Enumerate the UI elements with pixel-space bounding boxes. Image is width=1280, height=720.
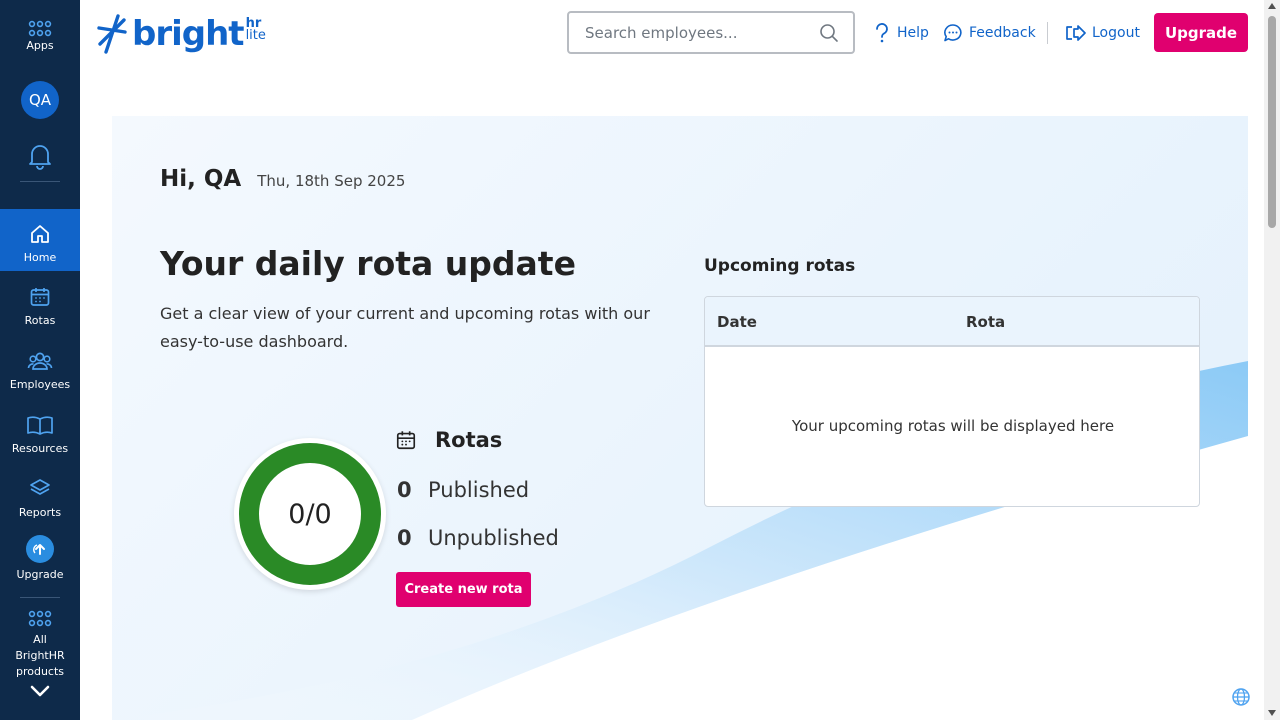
scrollbar-thumb[interactable]	[1268, 16, 1276, 228]
sidebar-item-resources[interactable]: Resources	[0, 413, 80, 457]
people-icon	[27, 352, 53, 370]
bright-star-icon	[97, 14, 127, 54]
sidebar-item-label: Resources	[11, 442, 69, 455]
search-input[interactable]	[585, 23, 819, 42]
book-icon	[27, 416, 53, 435]
rota-progress-text: 0/0	[239, 443, 381, 585]
sidebar-item-label: Home	[23, 251, 57, 264]
rotas-heading: Rotas	[435, 428, 503, 452]
all-products-label: All BrightHR products	[15, 633, 65, 678]
greeting-row: Hi, QA Thu, 18th Sep 2025	[160, 166, 405, 192]
unpublished-stat: 0 Unpublished	[397, 526, 559, 550]
upcoming-rotas-title: Upcoming rotas	[704, 256, 856, 276]
sidebar-item-home[interactable]: Home	[0, 209, 80, 271]
column-header-rota: Rota	[966, 313, 1006, 331]
logo-lite: lite	[245, 28, 266, 43]
apps-label: Apps	[26, 39, 54, 52]
current-date: Thu, 18th Sep 2025	[257, 172, 406, 190]
user-avatar-button[interactable]: QA	[0, 81, 80, 119]
published-count: 0	[397, 478, 412, 502]
empty-state-message: Your upcoming rotas will be displayed he…	[791, 417, 1115, 435]
apps-grid-icon	[28, 20, 52, 37]
search-box	[567, 11, 855, 54]
sidebar-item-reports[interactable]: Reports	[0, 477, 80, 521]
scroll-up-arrow-icon[interactable]	[1268, 3, 1276, 9]
page-description: Get a clear view of your current and upc…	[160, 304, 650, 351]
table-header: Date Rota	[705, 297, 1199, 347]
sidebar-divider	[20, 597, 60, 598]
sidebar-scroll-down-button[interactable]	[0, 684, 80, 698]
avatar: QA	[21, 81, 59, 119]
logo-word: bright	[132, 14, 245, 54]
chat-bubble-icon	[944, 24, 962, 42]
help-link[interactable]: Help	[873, 20, 929, 46]
page-title: Your daily rota update	[160, 244, 576, 283]
sidebar-divider	[20, 181, 60, 182]
greeting-text: Hi, QA	[160, 166, 242, 192]
home-icon	[31, 225, 49, 243]
rota-progress-ring: 0/0	[234, 438, 386, 590]
help-label: Help	[897, 25, 929, 41]
sidebar-item-rotas[interactable]: Rotas	[0, 285, 80, 329]
chevron-down-icon	[30, 685, 50, 697]
sidebar-item-employees[interactable]: Employees	[0, 349, 80, 393]
calendar-icon	[396, 431, 416, 450]
logout-link[interactable]: Logout	[1064, 20, 1140, 46]
unpublished-count: 0	[397, 526, 412, 550]
rotas-summary-heading: Rotas	[395, 428, 502, 452]
layers-icon	[30, 479, 50, 495]
bell-icon	[29, 145, 51, 170]
globe-icon[interactable]	[1231, 687, 1251, 707]
all-products-button[interactable]: All BrightHR products	[0, 610, 80, 680]
published-label: Published	[428, 478, 530, 502]
feedback-link[interactable]: Feedback	[943, 20, 1036, 46]
header-divider	[1047, 22, 1048, 44]
notifications-button[interactable]	[0, 142, 80, 170]
scroll-down-arrow-icon[interactable]	[1268, 710, 1276, 716]
upgrade-button[interactable]: Upgrade	[1154, 13, 1248, 52]
rota-dashboard-panel: Hi, QA Thu, 18th Sep 2025 Your daily rot…	[112, 116, 1248, 720]
feedback-label: Feedback	[969, 25, 1036, 41]
sidebar-item-label: Upgrade	[16, 568, 64, 581]
help-icon	[876, 23, 888, 43]
apps-button[interactable]: Apps	[0, 20, 80, 54]
column-header-date: Date	[717, 313, 757, 331]
sidebar: Apps QA Home Rotas Employees Resources R…	[0, 0, 80, 720]
create-new-rota-button[interactable]: Create new rota	[396, 572, 531, 607]
logout-label: Logout	[1092, 25, 1140, 41]
sidebar-item-label: Rotas	[24, 314, 56, 327]
upcoming-rotas-table: Date Rota Your upcoming rotas will be di…	[704, 296, 1200, 507]
apps-grid-icon	[28, 610, 52, 627]
sidebar-item-label: Reports	[18, 506, 62, 519]
sidebar-item-label: Employees	[9, 378, 71, 391]
sidebar-item-upgrade[interactable]: Upgrade	[0, 535, 80, 583]
logout-icon	[1066, 25, 1086, 41]
brighthr-logo[interactable]: bright hr lite	[96, 14, 266, 54]
search-icon[interactable]	[819, 23, 839, 43]
upgrade-arrow-icon	[26, 535, 54, 563]
published-stat: 0 Published	[397, 478, 529, 502]
calendar-icon	[30, 288, 50, 306]
unpublished-label: Unpublished	[428, 526, 559, 550]
